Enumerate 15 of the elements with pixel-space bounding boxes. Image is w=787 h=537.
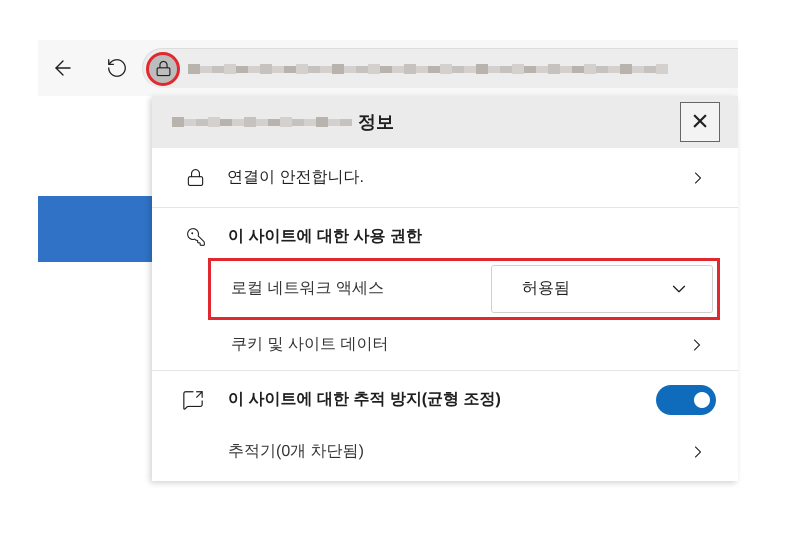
connection-row[interactable]: 연결이 안전합니다. bbox=[152, 148, 738, 208]
key-icon bbox=[186, 227, 206, 247]
permission-label: 로컬 네트워크 액세스 bbox=[231, 279, 384, 299]
popup-title: 정보 bbox=[358, 110, 394, 134]
tracking-title: 이 사이트에 대한 추적 방지(균형 조정) bbox=[228, 390, 501, 410]
trackers-row[interactable]: 추적기(0개 차단됨) bbox=[152, 428, 738, 476]
lock-icon bbox=[154, 60, 172, 77]
lock-icon bbox=[186, 168, 205, 187]
permission-link-row[interactable]: 쿠키 및 사이트 데이터 bbox=[208, 320, 720, 366]
connection-label: 연결이 안전합니다. bbox=[227, 168, 364, 188]
lock-button[interactable] bbox=[146, 52, 180, 86]
close-button[interactable]: × bbox=[680, 102, 720, 142]
tracking-toggle[interactable] bbox=[656, 384, 716, 414]
permission-dropdown[interactable]: 허용됨 bbox=[491, 265, 713, 313]
permissions-title: 이 사이트에 대한 사용 권한 bbox=[228, 227, 422, 247]
